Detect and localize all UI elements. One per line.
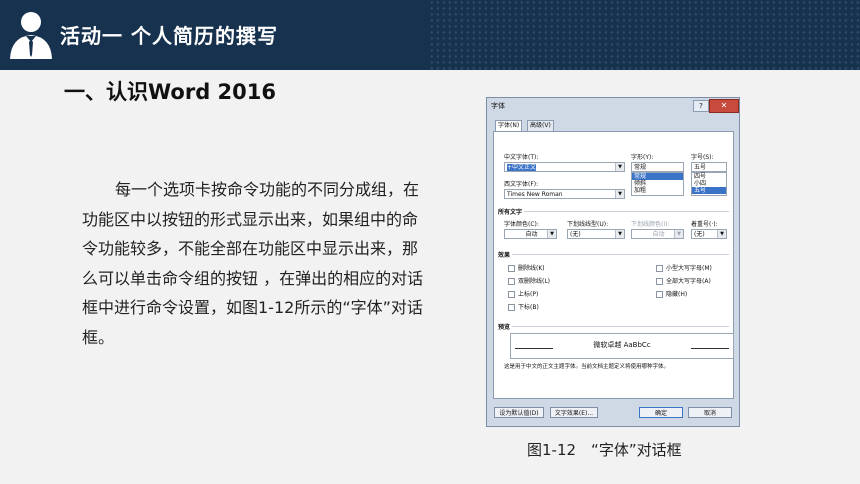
chevron-down-icon: ▼ — [615, 230, 624, 238]
chinese-font-label: 中文字体(T): — [504, 154, 539, 161]
figure-caption: 图1-12 “字体”对话框 — [527, 441, 682, 459]
chevron-down-icon: ▼ — [717, 230, 726, 238]
text-effects-button[interactable]: 文字效果(E)... — [550, 407, 598, 418]
body-paragraph: 每一个选项卡按命令功能的不同分成组，在功能区中以按钮的形式显示出来，如果组中的命… — [82, 180, 424, 347]
close-button[interactable]: ✕ — [709, 99, 739, 113]
effects-section: 效果 — [498, 252, 511, 259]
font-color-select[interactable]: 自动 ▼ — [504, 229, 557, 239]
font-dialog: 字体 ? ✕ 字体(N) 高级(V) 中文字体(T): +中文正文 ▼ 字形(Y… — [486, 97, 740, 427]
list-item[interactable]: 常规 — [632, 173, 683, 180]
chinese-font-select[interactable]: +中文正文 ▼ — [504, 162, 625, 172]
chevron-down-icon: ▼ — [615, 190, 624, 198]
size-label: 字号(S): — [691, 154, 714, 161]
preview-note: 这是用于中文的正文主题字体。当前文档主题定义将使用哪种字体。 — [504, 364, 670, 370]
chevron-down-icon: ▼ — [674, 230, 683, 238]
all-caps-checkbox[interactable]: 全部大写字母(A) — [656, 276, 711, 285]
dialog-title: 字体 — [491, 102, 505, 110]
list-item[interactable]: 小四 — [692, 180, 726, 187]
all-text-section: 所有文字 — [498, 209, 523, 216]
list-item[interactable]: 五号 — [692, 187, 726, 194]
underline-color-label: 下划线颜色(I): — [631, 221, 670, 228]
section-heading: 一、认识Word 2016 — [64, 80, 276, 104]
set-default-button[interactable]: 设为默认值(D) — [494, 407, 544, 418]
subscript-checkbox[interactable]: 下标(B) — [508, 302, 539, 311]
underline-select[interactable]: (无) ▼ — [567, 229, 625, 239]
font-tab-panel: 中文字体(T): +中文正文 ▼ 字形(Y): 常规 常规 倾斜 加粗 字号(S… — [493, 131, 734, 399]
font-color-label: 字体颜色(C): — [504, 221, 539, 228]
emphasis-select[interactable]: (无) ▼ — [691, 229, 727, 239]
chevron-down-icon: ▼ — [547, 230, 556, 238]
size-input[interactable]: 五号 — [691, 162, 727, 172]
ok-button[interactable]: 确定 — [639, 407, 683, 418]
underline-color-select[interactable]: 自动 ▼ — [631, 229, 684, 239]
divider — [524, 211, 729, 212]
businessman-icon — [10, 12, 52, 59]
underline-label: 下划线线型(U): — [567, 221, 609, 228]
chevron-down-icon: ▼ — [615, 163, 624, 171]
size-list[interactable]: 四号 小四 五号 — [691, 172, 727, 196]
style-label: 字形(Y): — [631, 154, 654, 161]
list-item[interactable]: 加粗 — [632, 187, 683, 194]
style-list[interactable]: 常规 倾斜 加粗 — [631, 172, 684, 196]
superscript-checkbox[interactable]: 上标(P) — [508, 289, 538, 298]
double-strikethrough-checkbox[interactable]: 双删除线(L) — [508, 276, 550, 285]
hidden-checkbox[interactable]: 隐藏(H) — [656, 289, 687, 298]
title-bar: 活动一 个人简历的撰写 — [0, 0, 860, 70]
small-caps-checkbox[interactable]: 小型大写字母(M) — [656, 263, 712, 272]
preview-section: 预览 — [498, 324, 511, 331]
western-font-label: 西文字体(F): — [504, 181, 539, 188]
strikethrough-checkbox[interactable]: 删除线(K) — [508, 263, 545, 272]
cancel-button[interactable]: 取消 — [688, 407, 732, 418]
western-font-select[interactable]: Times New Roman ▼ — [504, 189, 625, 199]
emphasis-label: 着重号(·): — [691, 221, 718, 228]
slide-title: 活动一 个人简历的撰写 — [60, 24, 278, 48]
help-button[interactable]: ? — [693, 100, 709, 112]
style-input[interactable]: 常规 — [631, 162, 684, 172]
divider — [512, 254, 729, 255]
list-item[interactable]: 倾斜 — [632, 180, 683, 187]
body-text: 每一个选项卡按命令功能的不同分成组，在功能区中以按钮的形式显示出来，如果组中的命… — [82, 175, 432, 352]
preview-box: 微软卓越 AaBbCc — [510, 333, 734, 359]
list-item[interactable]: 四号 — [692, 173, 726, 180]
divider — [512, 326, 729, 327]
